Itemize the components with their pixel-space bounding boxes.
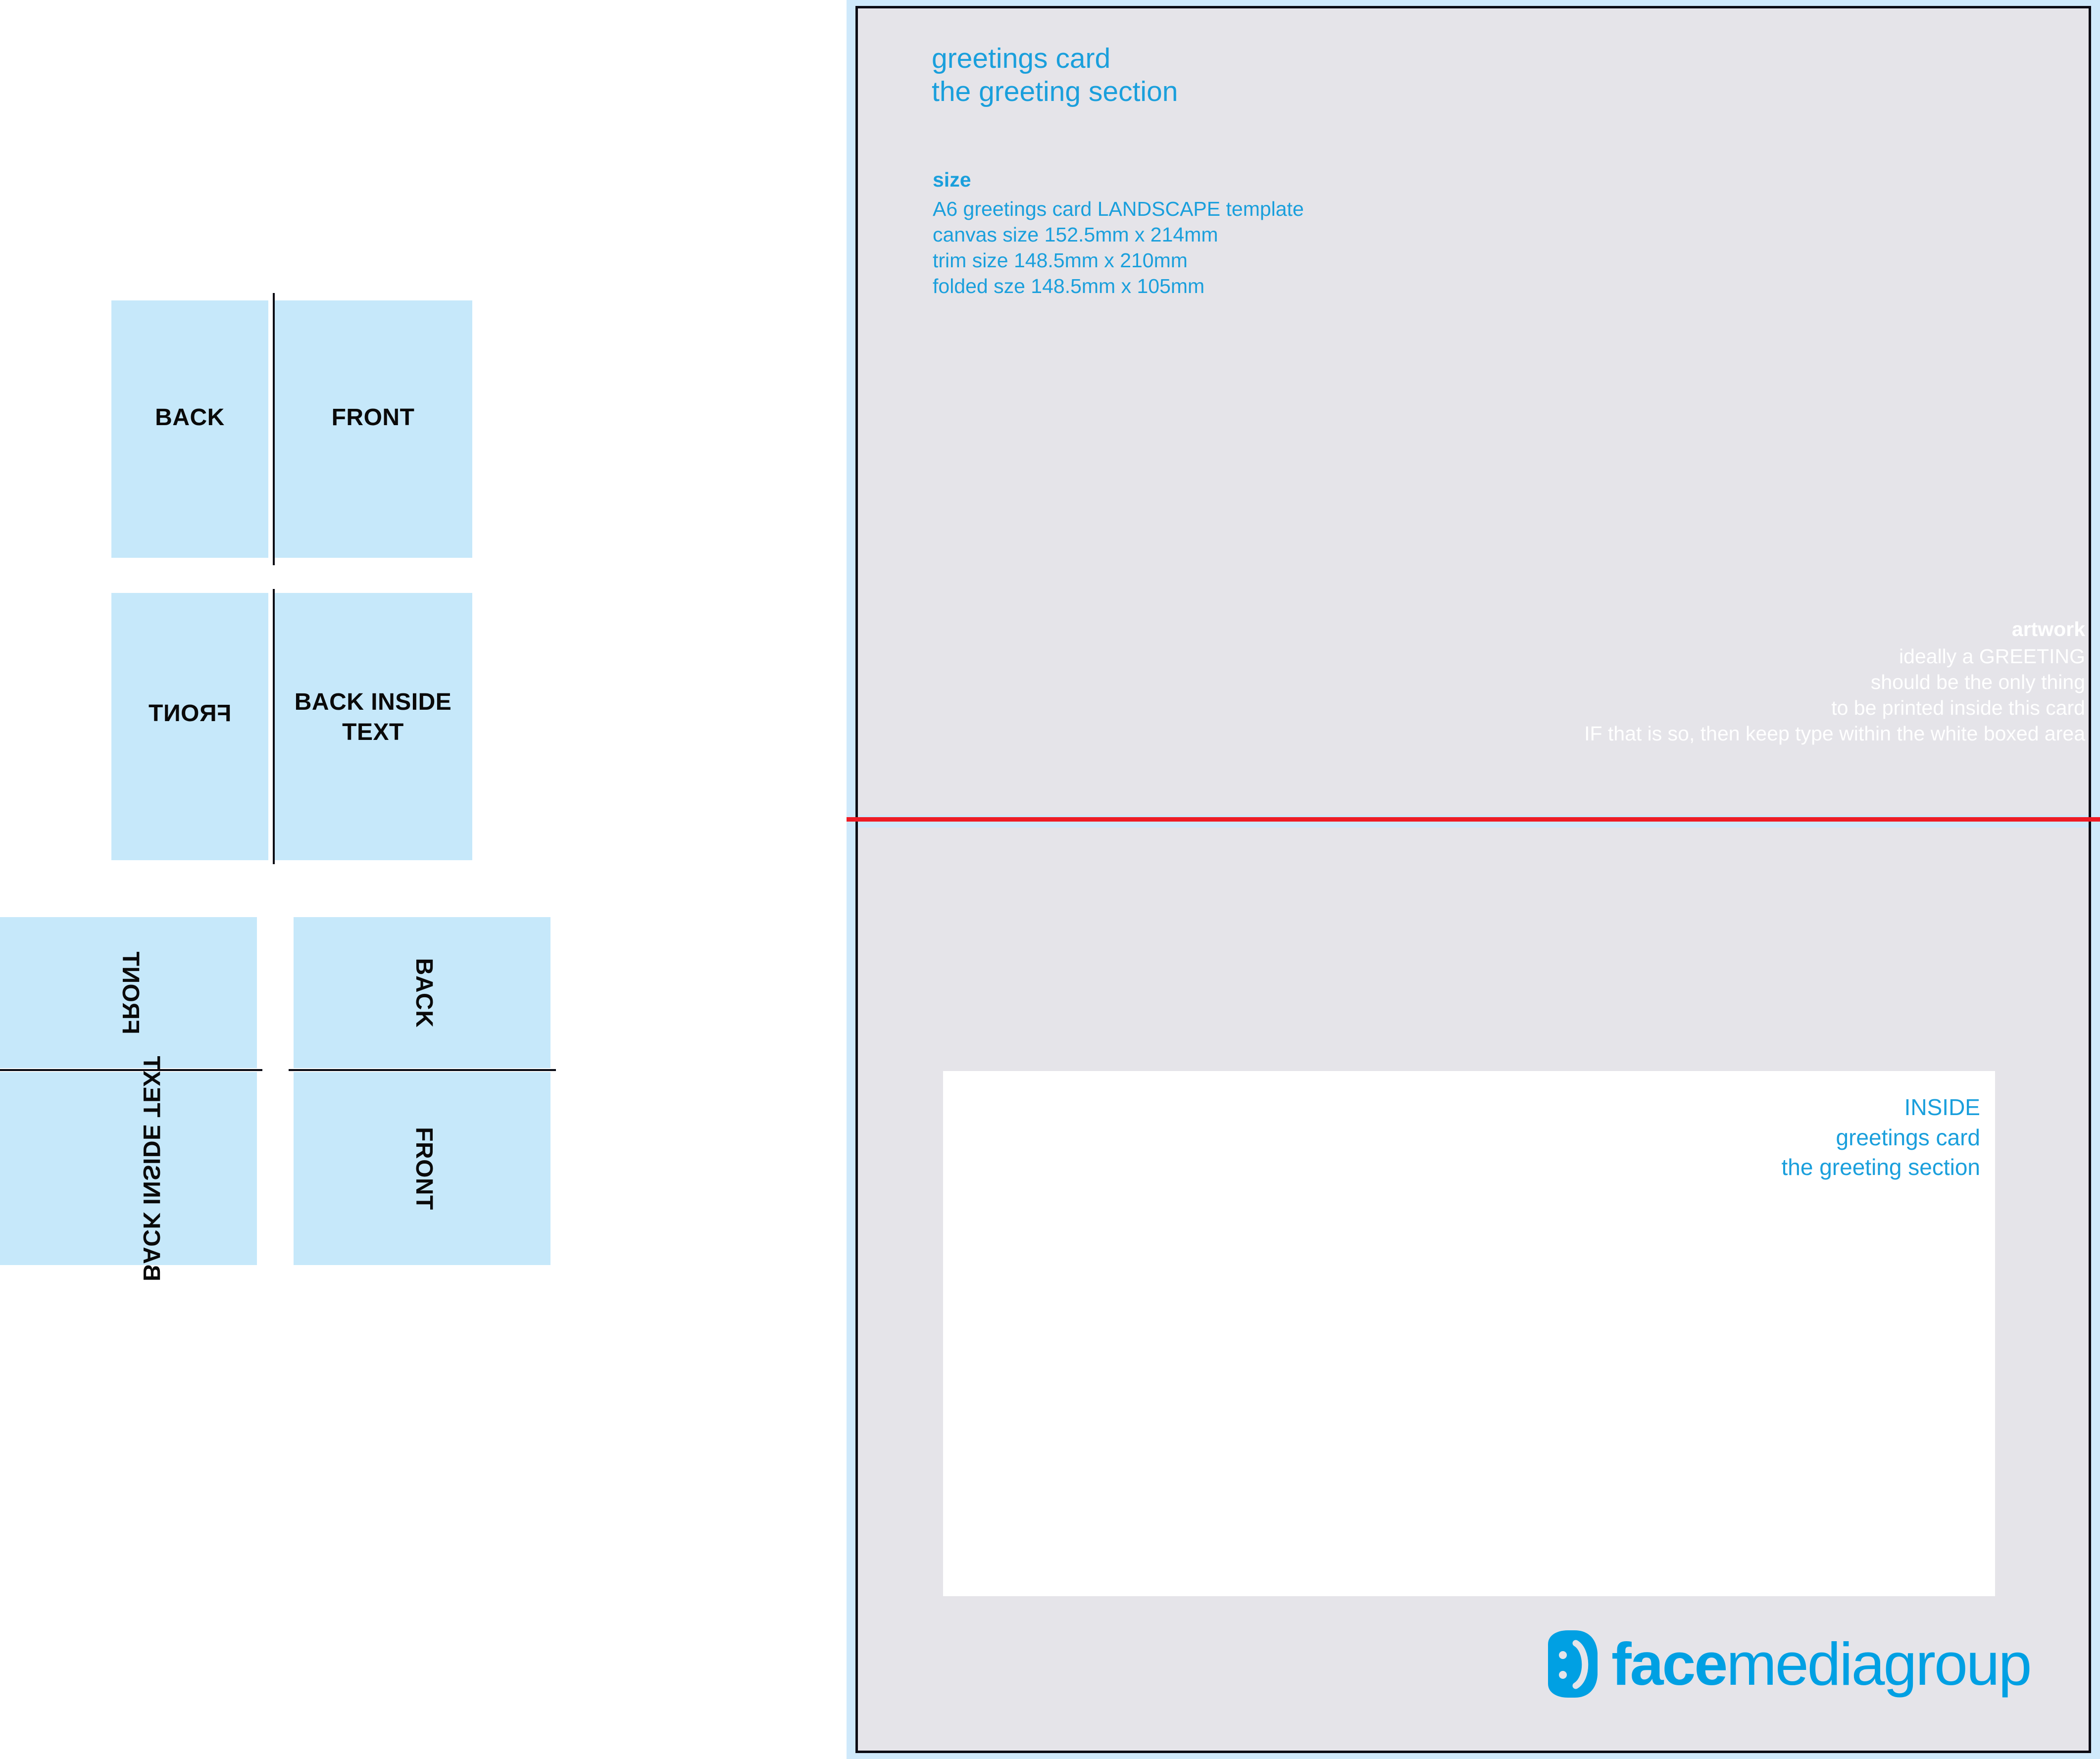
fold-panel-front-rotated: FRONT (294, 1072, 550, 1265)
artwork-heading: artwork (2011, 618, 2085, 640)
fold-panel-label: FRONT (148, 700, 232, 727)
fold-panel-label: BACK INSIDE TEXT (138, 1055, 164, 1282)
fold-line-horizontal (0, 1069, 262, 1071)
fold-panel-label: FRONT (331, 404, 415, 431)
artboard: greetings card the greeting section size… (847, 0, 2100, 1759)
fold-diagrams-group: BACK FRONT FRONT BACK INSIDE TEXT FRONT … (0, 0, 569, 1281)
fold-line-vertical (273, 293, 275, 565)
size-heading: size (933, 168, 971, 191)
facemediagroup-logo: facemediagroup (1542, 1624, 2042, 1704)
artwork-instructions: ideally a GREETING should be the only th… (1584, 645, 2085, 745)
fold-line-horizontal (289, 1069, 556, 1071)
fold-panel-back-inside-rotated: BACK INSIDE TEXT (0, 1056, 257, 1281)
logo-word-face: face (1611, 1630, 1728, 1698)
fold-panel-label: FRONT (410, 1127, 437, 1210)
fold-panel-back-flat: BACK (111, 300, 268, 558)
inside-label: INSIDE greetings card the greeting secti… (1781, 1094, 1981, 1180)
size-specs: A6 greetings card LANDSCAPE template can… (933, 197, 1304, 298)
logo-word-mediagroup: mediagroup (1726, 1630, 2032, 1698)
fold-line-red (847, 817, 2100, 822)
fold-panel-front-flat: FRONT (274, 300, 472, 558)
rotation-wrapper: FRONT (373, 1040, 472, 1297)
logo-wordmark: facemediagroup (1611, 1634, 2032, 1694)
fold-panel-label: BACK INSIDE TEXT (294, 689, 452, 746)
fold-panel-label: BACK (155, 404, 225, 431)
smiley-face-icon (1548, 1630, 1598, 1698)
fold-panel-back-inside: BACK INSIDE TEXT (274, 593, 472, 860)
rotation-wrapper: BACK INSIDE TEXT (79, 1040, 178, 1297)
fold-panel-front-mirrored: FRONT (111, 593, 268, 860)
page-title: greetings card the greeting section (932, 43, 1178, 108)
fold-line-vertical (273, 589, 275, 864)
inside-safe-area-box: INSIDE greetings card the greeting secti… (943, 1071, 1995, 1596)
